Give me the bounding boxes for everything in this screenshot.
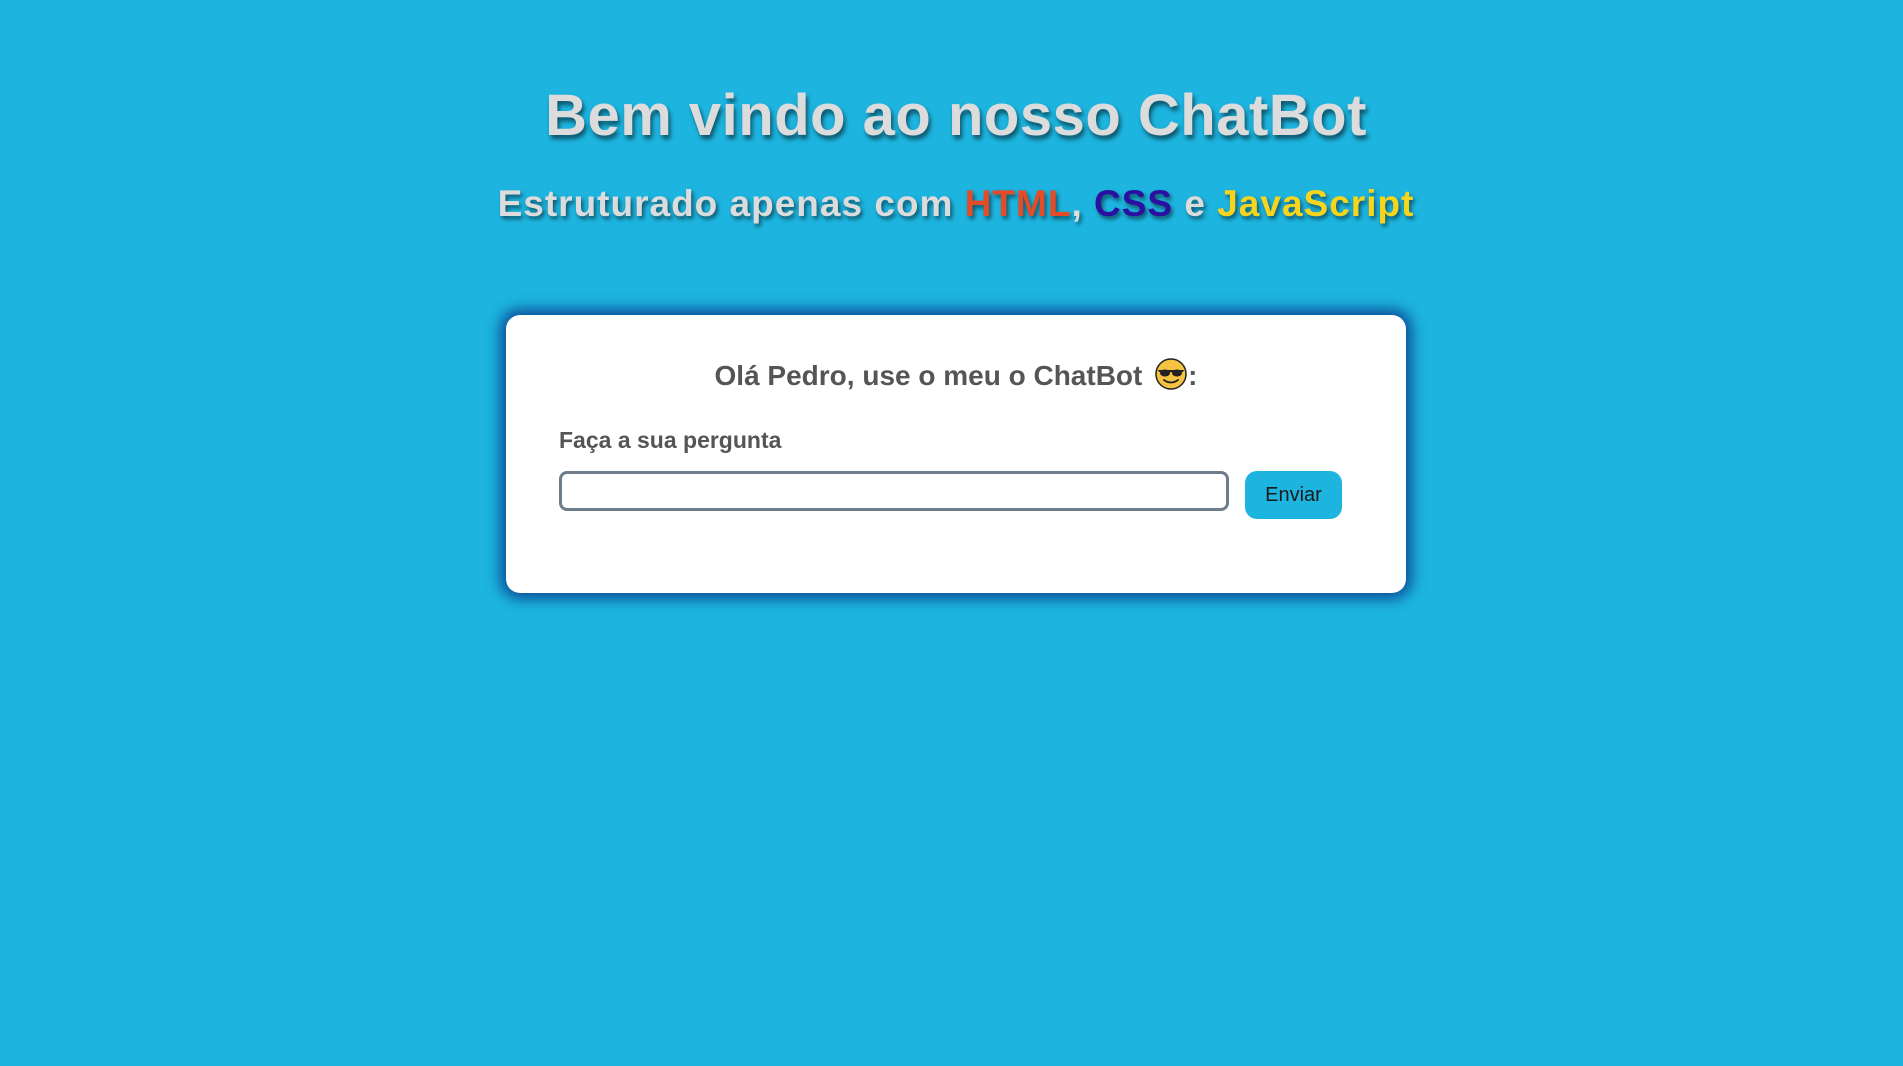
tech-html: HTML xyxy=(964,183,1072,224)
subtitle-prefix: Estruturado apenas com xyxy=(497,183,965,224)
question-label: Faça a sua pergunta xyxy=(559,427,782,453)
chatbot-card: Olá Pedro, use o meu o ChatBot : Faça a … xyxy=(506,315,1406,593)
question-input[interactable] xyxy=(559,471,1229,511)
page-subtitle: Estruturado apenas com HTML, CSS e JavaS… xyxy=(0,183,1903,225)
page: Bem vindo ao nosso ChatBot Estruturado a… xyxy=(0,0,1903,1066)
page-title: Bem vindo ao nosso ChatBot xyxy=(545,83,1367,148)
greeting-text: Olá Pedro, use o meu o ChatBot xyxy=(714,360,1143,391)
greeting-suffix: : xyxy=(1188,360,1198,391)
tech-css: CSS xyxy=(1094,183,1174,224)
send-button[interactable]: Enviar xyxy=(1245,471,1342,519)
subtitle-comma: , xyxy=(1071,183,1083,224)
chatbot-greeting: Olá Pedro, use o meu o ChatBot : xyxy=(506,357,1406,392)
smiling-face-with-sunglasses-icon xyxy=(1154,357,1188,391)
subtitle-and: e xyxy=(1184,183,1206,224)
tech-javascript: JavaScript xyxy=(1217,183,1415,224)
